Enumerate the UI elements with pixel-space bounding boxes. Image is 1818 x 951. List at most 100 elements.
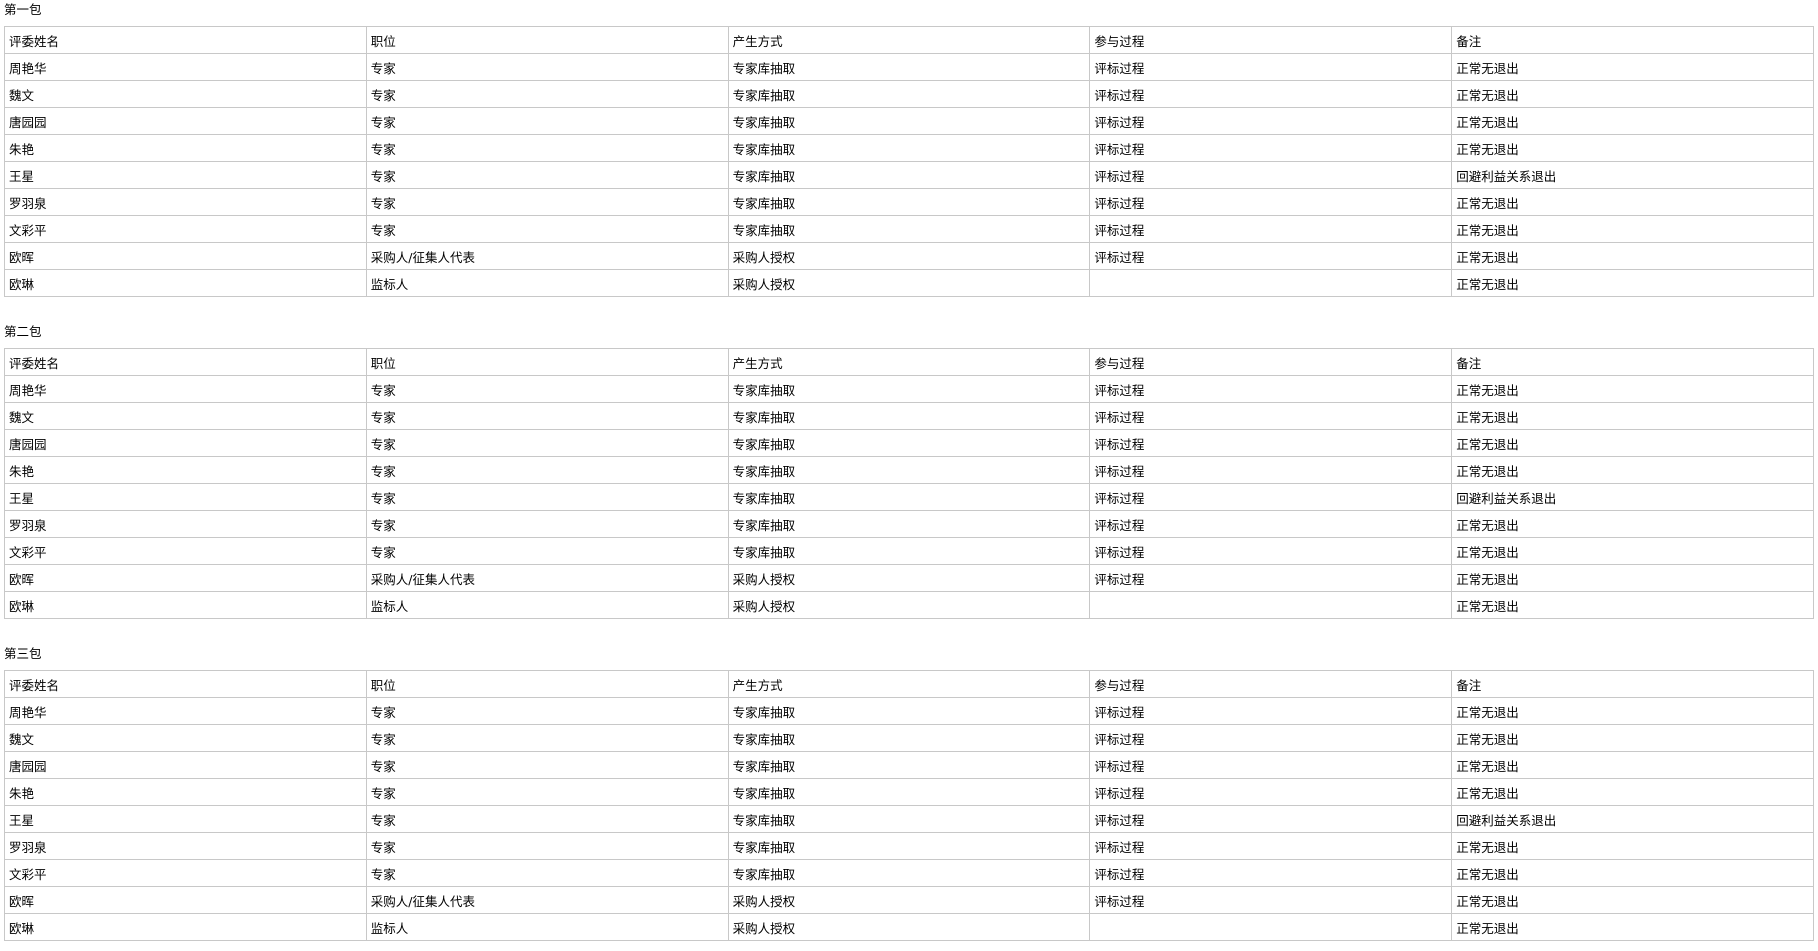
- process-cell: 评标过程: [1089, 188, 1453, 216]
- column-header: 产生方式: [727, 348, 1091, 376]
- name-cell: 周艳华: [4, 53, 367, 81]
- remark-cell: 回避利益关系退出: [1451, 805, 1814, 833]
- name-cell: 魏文: [4, 724, 367, 752]
- table-row: 欧晖 采购人/征集人代表 采购人授权 评标过程 正常无退出: [4, 886, 1814, 914]
- method-cell: 专家库抽取: [727, 751, 1091, 779]
- table-row: 朱艳 专家 专家库抽取 评标过程 正常无退出: [4, 456, 1814, 484]
- method-cell: 专家库抽取: [727, 80, 1091, 108]
- name-cell: 罗羽泉: [4, 510, 367, 538]
- table-row: 魏文 专家 专家库抽取 评标过程 正常无退出: [4, 724, 1814, 752]
- position-cell: 专家: [365, 134, 729, 162]
- process-cell: 评标过程: [1089, 107, 1453, 135]
- method-cell: 专家库抽取: [727, 188, 1091, 216]
- name-cell: 罗羽泉: [4, 832, 367, 860]
- table-row: 周艳华 专家 专家库抽取 评标过程 正常无退出: [4, 697, 1814, 725]
- table-row: 欧晖 采购人/征集人代表 采购人授权 评标过程 正常无退出: [4, 242, 1814, 270]
- committee-table: 评委姓名 职位 产生方式 参与过程 备注 周艳华 专家 专家库抽取 评标过程 正常无退出 魏文 专家专…: [4, 670, 1814, 941]
- process-cell: 评标过程: [1089, 537, 1453, 565]
- package-title: 第三包: [4, 646, 42, 661]
- process-cell: [1089, 591, 1453, 619]
- table-row: 文彩平 专家 专家库抽取 评标过程 正常无退出: [4, 859, 1814, 887]
- table-row: 欧晖 采购人/征集人代表 采购人授权 评标过程 正常无退出: [4, 564, 1814, 592]
- name-cell: 周艳华: [4, 697, 367, 725]
- process-cell: 评标过程: [1089, 805, 1453, 833]
- table-row: 王星 专家 专家库抽取 评标过程 回避利益关系退出: [4, 161, 1814, 189]
- process-cell: 评标过程: [1089, 215, 1453, 243]
- remark-cell: 正常无退出: [1451, 537, 1814, 565]
- table-row: 唐园园 专家 专家库抽取 评标过程 正常无退出: [4, 751, 1814, 779]
- table-row: 魏文 专家 专家库抽取 评标过程 正常无退出: [4, 80, 1814, 108]
- package-title: 第二包: [4, 324, 42, 339]
- remark-cell: 回避利益关系退出: [1451, 161, 1814, 189]
- process-cell: 评标过程: [1089, 859, 1453, 887]
- position-cell: 专家: [365, 80, 729, 108]
- remark-cell: 正常无退出: [1451, 751, 1814, 779]
- process-cell: 评标过程: [1089, 778, 1453, 806]
- process-cell: 评标过程: [1089, 483, 1453, 511]
- method-cell: 专家库抽取: [727, 134, 1091, 162]
- position-cell: 专家: [365, 724, 729, 752]
- table-row: 文彩平 专家 专家库抽取 评标过程 正常无退出: [4, 537, 1814, 565]
- process-cell: 评标过程: [1089, 161, 1453, 189]
- position-cell: 监标人: [365, 269, 729, 297]
- table-header-row: 评委姓名 职位 产生方式 参与过程 备注: [4, 348, 1814, 376]
- position-cell: 专家: [365, 510, 729, 538]
- process-cell: 评标过程: [1089, 456, 1453, 484]
- table-row: 唐园园 专家 专家库抽取 评标过程 正常无退出: [4, 429, 1814, 457]
- remark-cell: 正常无退出: [1451, 591, 1814, 619]
- name-cell: 文彩平: [4, 537, 367, 565]
- name-cell: 王星: [4, 805, 367, 833]
- table-row: 魏文 专家 专家库抽取 评标过程 正常无退出: [4, 402, 1814, 430]
- position-cell: 采购人/征集人代表: [365, 564, 729, 592]
- name-cell: 文彩平: [4, 859, 367, 887]
- name-cell: 朱艳: [4, 456, 367, 484]
- process-cell: 评标过程: [1089, 510, 1453, 538]
- method-cell: 专家库抽取: [727, 537, 1091, 565]
- method-cell: 专家库抽取: [727, 483, 1091, 511]
- position-cell: 专家: [365, 832, 729, 860]
- name-cell: 王星: [4, 483, 367, 511]
- process-cell: 评标过程: [1089, 429, 1453, 457]
- remark-cell: 正常无退出: [1451, 778, 1814, 806]
- table-row: 周艳华 专家 专家库抽取 评标过程 正常无退出: [4, 375, 1814, 403]
- process-cell: 评标过程: [1089, 53, 1453, 81]
- process-cell: 评标过程: [1089, 832, 1453, 860]
- process-cell: 评标过程: [1089, 402, 1453, 430]
- position-cell: 专家: [365, 805, 729, 833]
- position-cell: 专家: [365, 456, 729, 484]
- remark-cell: 正常无退出: [1451, 510, 1814, 538]
- column-header: 评委姓名: [4, 348, 367, 376]
- column-header: 参与过程: [1089, 26, 1453, 54]
- name-cell: 欧琳: [4, 591, 367, 619]
- method-cell: 专家库抽取: [727, 510, 1091, 538]
- method-cell: 采购人授权: [727, 564, 1091, 592]
- position-cell: 专家: [365, 402, 729, 430]
- remark-cell: 正常无退出: [1451, 134, 1814, 162]
- method-cell: 采购人授权: [727, 591, 1091, 619]
- position-cell: 专家: [365, 215, 729, 243]
- name-cell: 魏文: [4, 80, 367, 108]
- method-cell: 采购人授权: [727, 269, 1091, 297]
- method-cell: 专家库抽取: [727, 375, 1091, 403]
- process-cell: 评标过程: [1089, 697, 1453, 725]
- remark-cell: 正常无退出: [1451, 859, 1814, 887]
- remark-cell: 正常无退出: [1451, 564, 1814, 592]
- name-cell: 唐园园: [4, 751, 367, 779]
- table-row: 欧琳 监标人 采购人授权 正常无退出: [4, 913, 1814, 941]
- name-cell: 王星: [4, 161, 367, 189]
- name-cell: 朱艳: [4, 778, 367, 806]
- name-cell: 罗羽泉: [4, 188, 367, 216]
- remark-cell: 正常无退出: [1451, 724, 1814, 752]
- column-header: 备注: [1451, 26, 1814, 54]
- column-header: 备注: [1451, 348, 1814, 376]
- method-cell: 专家库抽取: [727, 805, 1091, 833]
- column-header: 参与过程: [1089, 670, 1453, 698]
- column-header: 产生方式: [727, 670, 1091, 698]
- remark-cell: 正常无退出: [1451, 429, 1814, 457]
- name-cell: 朱艳: [4, 134, 367, 162]
- name-cell: 欧晖: [4, 564, 367, 592]
- method-cell: 专家库抽取: [727, 697, 1091, 725]
- position-cell: 采购人/征集人代表: [365, 886, 729, 914]
- committee-table: 评委姓名 职位 产生方式 参与过程 备注 周艳华 专家 专家库抽取 评标过程 正常无退出 魏文 专家专…: [4, 26, 1814, 297]
- name-cell: 欧晖: [4, 886, 367, 914]
